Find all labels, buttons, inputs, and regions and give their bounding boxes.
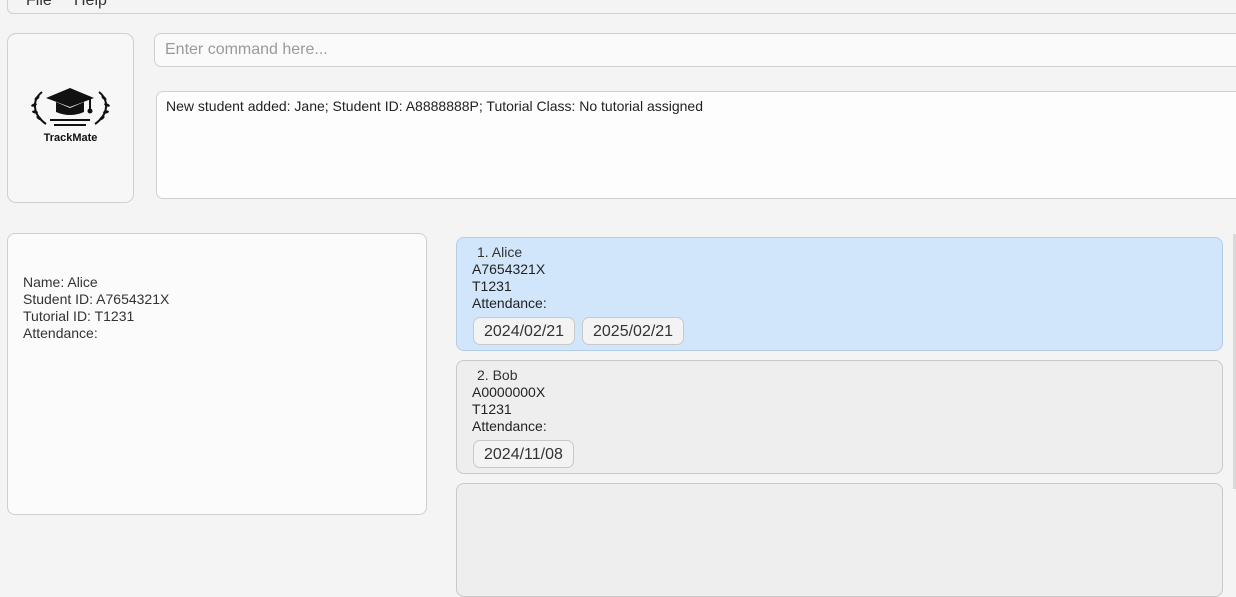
- student-tutorial: T1231: [472, 278, 512, 294]
- detail-tutorial-id: Tutorial ID: T1231: [23, 308, 135, 324]
- student-id: A7654321X: [472, 261, 546, 277]
- result-display: New student added: Jane; Student ID: A88…: [156, 91, 1236, 199]
- student-detail-panel: Name: Alice Student ID: A7654321X Tutori…: [7, 233, 427, 515]
- attendance-label: Attendance:: [472, 418, 547, 434]
- student-card[interactable]: [456, 483, 1223, 597]
- student-tutorial: T1231: [472, 401, 512, 417]
- student-card[interactable]: 1. Alice A7654321X T1231 Attendance: 202…: [456, 237, 1223, 351]
- menu-bar: File Help: [7, 0, 1236, 14]
- attendance-date-chip: 2024/11/08: [473, 440, 574, 468]
- menu-file[interactable]: File: [26, 0, 52, 10]
- attendance-label: Attendance:: [472, 295, 547, 311]
- detail-attendance: Attendance:: [23, 325, 98, 341]
- student-card[interactable]: 2. Bob A0000000X T1231 Attendance: 2024/…: [456, 360, 1223, 474]
- menu-help[interactable]: Help: [74, 0, 107, 10]
- student-id: A0000000X: [472, 384, 546, 400]
- student-name: 1. Alice: [477, 244, 523, 260]
- graduation-cap-icon: [31, 88, 110, 126]
- command-input[interactable]: [154, 33, 1236, 67]
- student-name: 2. Bob: [477, 367, 518, 383]
- detail-student-id: Student ID: A7654321X: [23, 291, 170, 307]
- attendance-date-chip: 2025/02/21: [582, 317, 685, 345]
- detail-name: Name: Alice: [23, 274, 98, 290]
- logo-panel: TrackMate: [7, 33, 134, 203]
- app-name: TrackMate: [43, 132, 98, 144]
- attendance-date-chip: 2024/02/21: [473, 317, 576, 345]
